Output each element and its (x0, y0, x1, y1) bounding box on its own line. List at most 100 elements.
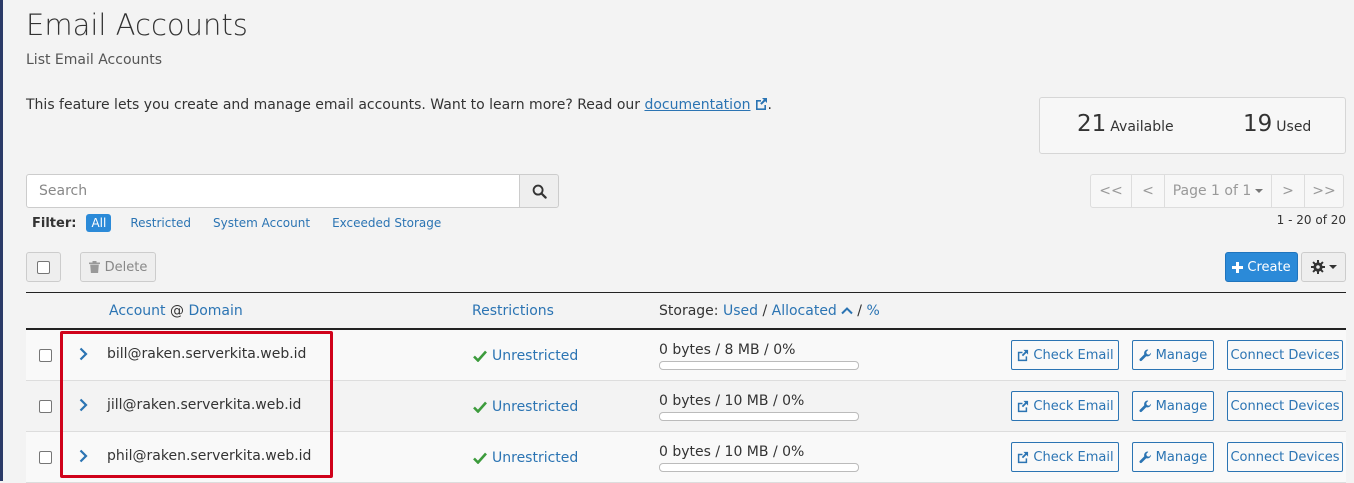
left-edge-bar (0, 0, 3, 481)
restriction-label: Unrestricted (492, 399, 579, 415)
check-email-button[interactable]: Check Email (1011, 442, 1119, 472)
last-page-button[interactable]: >> (1304, 174, 1344, 208)
pagination: << < Page 1 of 1 > >> (1090, 174, 1344, 208)
sort-account[interactable]: Account (109, 303, 166, 319)
gear-icon (1310, 260, 1325, 274)
create-button[interactable]: Create (1225, 252, 1298, 282)
available-stat: 21 Available (1077, 111, 1174, 137)
used-stat: 19 Used (1243, 111, 1311, 137)
wrench-icon (1139, 348, 1151, 361)
used-count: 19 (1243, 111, 1273, 137)
connect-devices-button[interactable]: Connect Devices (1227, 340, 1343, 370)
intro-text: This feature lets you create and manage … (26, 97, 772, 113)
wrench-icon (1139, 399, 1151, 412)
sort-allocated[interactable]: Allocated (772, 303, 837, 319)
first-page-button[interactable]: << (1090, 174, 1132, 208)
storage-progress-bar (659, 361, 859, 370)
delete-label: Delete (104, 259, 148, 275)
restriction-status[interactable]: Unrestricted (473, 348, 578, 364)
prev-page-button[interactable]: < (1131, 174, 1165, 208)
page-title: Email Accounts (26, 8, 248, 42)
external-link-icon (1018, 400, 1029, 412)
page-selector[interactable]: Page 1 of 1 (1164, 174, 1272, 208)
plus-icon (1232, 261, 1244, 273)
account-email: bill@raken.serverkita.web.id (107, 346, 307, 362)
row-checkbox[interactable] (39, 400, 52, 413)
storage-separator: / (857, 303, 862, 319)
restriction-label: Unrestricted (492, 450, 579, 466)
account-domain-header: Account @ Domain (109, 303, 243, 319)
external-link-icon[interactable] (754, 97, 768, 111)
manage-button[interactable]: Manage (1132, 340, 1214, 370)
filter-system-account[interactable]: System Account (213, 216, 310, 230)
available-count: 21 (1077, 111, 1107, 137)
storage-usage: 0 bytes / 10 MB / 0% (659, 444, 805, 460)
manage-label: Manage (1155, 398, 1208, 414)
chevron-right-icon[interactable] (79, 347, 88, 361)
trash-icon (88, 261, 100, 273)
used-label: Used (1276, 119, 1312, 135)
email-accounts-table: Account @ Domain Restrictions Storage: U… (26, 292, 1346, 483)
restriction-label: Unrestricted (492, 348, 579, 364)
sort-up-icon (841, 307, 853, 315)
storage-header: Storage: Used / Allocated / % (659, 303, 880, 319)
available-label: Available (1110, 119, 1174, 135)
filter-all[interactable]: All (86, 214, 112, 232)
table-header: Account @ Domain Restrictions Storage: U… (26, 292, 1346, 330)
connect-devices-button[interactable]: Connect Devices (1227, 391, 1343, 421)
check-icon (473, 452, 487, 464)
row-checkbox[interactable] (39, 451, 52, 464)
chevron-right-icon[interactable] (79, 449, 88, 463)
filter-bar: Filter: All Restricted System Account Ex… (32, 214, 463, 232)
search-icon (532, 184, 547, 199)
storage-prefix: Storage: (659, 303, 719, 319)
settings-dropdown-button[interactable] (1301, 252, 1346, 282)
restriction-status[interactable]: Unrestricted (473, 450, 578, 466)
storage-progress-bar (659, 463, 859, 472)
check-email-button[interactable]: Check Email (1011, 391, 1119, 421)
external-link-icon (1018, 349, 1029, 361)
create-label: Create (1247, 259, 1291, 275)
account-email: jill@raken.serverkita.web.id (107, 397, 302, 413)
caret-down-icon (1328, 265, 1337, 269)
select-all-checkbox[interactable] (37, 260, 50, 274)
check-email-label: Check Email (1033, 347, 1114, 363)
sort-used[interactable]: Used (723, 303, 758, 319)
caret-down-icon (1255, 189, 1264, 193)
table-row: bill@raken.serverkita.web.id Unrestricte… (26, 330, 1346, 381)
filter-exceeded-storage[interactable]: Exceeded Storage (332, 216, 441, 230)
chevron-right-icon[interactable] (79, 398, 88, 412)
intro-text-body: This feature lets you create and manage … (26, 97, 645, 113)
table-row: jill@raken.serverkita.web.id Unrestricte… (26, 381, 1346, 432)
filter-restricted[interactable]: Restricted (130, 216, 191, 230)
search-button[interactable] (519, 174, 559, 208)
manage-label: Manage (1155, 449, 1208, 465)
account-email: phil@raken.serverkita.web.id (107, 448, 312, 464)
sort-restrictions[interactable]: Restrictions (472, 303, 554, 319)
external-link-icon (1018, 451, 1029, 463)
table-row: phil@raken.serverkita.web.id Unrestricte… (26, 432, 1346, 483)
delete-button[interactable]: Delete (80, 252, 156, 282)
check-email-label: Check Email (1033, 449, 1114, 465)
filter-label: Filter: (32, 215, 77, 231)
manage-button[interactable]: Manage (1132, 442, 1214, 472)
page-label: Page 1 of 1 (1172, 183, 1252, 199)
select-all-button[interactable] (26, 252, 61, 282)
next-page-button[interactable]: > (1271, 174, 1305, 208)
intro-text-suffix: . (767, 97, 772, 113)
storage-usage: 0 bytes / 8 MB / 0% (659, 342, 796, 358)
row-checkbox[interactable] (39, 349, 52, 362)
at-sign: @ (169, 303, 184, 319)
quota-stats: 21 Available 19 Used (1039, 97, 1346, 154)
manage-button[interactable]: Manage (1132, 391, 1214, 421)
sort-domain[interactable]: Domain (188, 303, 242, 319)
connect-devices-button[interactable]: Connect Devices (1227, 442, 1343, 472)
restriction-status[interactable]: Unrestricted (473, 399, 578, 415)
check-email-button[interactable]: Check Email (1011, 340, 1119, 370)
search-input[interactable] (26, 174, 520, 208)
storage-progress-bar (659, 412, 859, 421)
check-email-label: Check Email (1033, 398, 1114, 414)
sort-percent[interactable]: % (866, 303, 879, 319)
documentation-link[interactable]: documentation (644, 97, 750, 113)
result-range: 1 - 20 of 20 (1276, 213, 1346, 227)
